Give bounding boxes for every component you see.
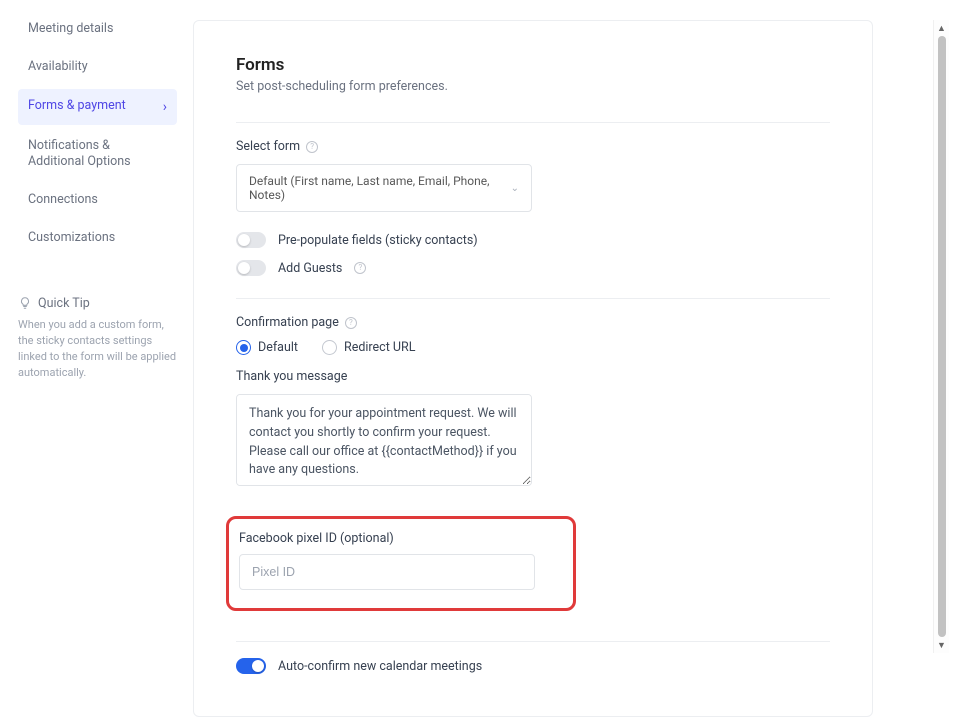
toggle-label: Auto-confirm new calendar meetings	[278, 659, 482, 674]
sidebar-item-forms-payment[interactable]: Forms & payment ›	[18, 89, 177, 125]
divider	[236, 122, 830, 123]
toggle-auto-confirm[interactable]	[236, 658, 266, 674]
thankyou-textarea[interactable]	[236, 394, 532, 486]
radio-confirmation-default[interactable]: Default	[236, 340, 298, 355]
radio-label: Redirect URL	[344, 340, 415, 355]
divider	[236, 641, 830, 642]
radio-label: Default	[258, 340, 298, 355]
radio-icon	[322, 340, 337, 355]
lightbulb-icon	[18, 296, 32, 310]
forms-card: Forms Set post-scheduling form preferenc…	[193, 20, 873, 717]
sidebar-item-availability[interactable]: Availability	[18, 50, 177, 84]
quick-tip-title: Quick Tip	[38, 296, 90, 311]
radio-icon	[236, 340, 251, 355]
sidebar-item-meeting-details[interactable]: Meeting details	[18, 12, 177, 46]
main-content: Forms Set post-scheduling form preferenc…	[185, 0, 953, 673]
select-form-dropdown[interactable]: Default (First name, Last name, Email, P…	[236, 164, 532, 212]
section-subtitle: Set post-scheduling form preferences.	[236, 79, 830, 94]
info-icon[interactable]: ?	[354, 262, 366, 274]
toggle-prepopulate[interactable]	[236, 232, 266, 248]
sidebar-item-label: Availability	[28, 59, 88, 75]
sidebar-item-customizations[interactable]: Customizations	[18, 221, 177, 255]
confirmation-page-label: Confirmation page ?	[236, 315, 830, 330]
info-icon[interactable]: ?	[345, 317, 357, 329]
label-text: Select form	[236, 139, 300, 154]
sidebar-item-label: Notifications & Additional Options	[28, 138, 167, 171]
select-form-label: Select form ?	[236, 139, 830, 154]
quick-tip: Quick Tip When you add a custom form, th…	[18, 296, 177, 381]
radio-confirmation-redirect[interactable]: Redirect URL	[322, 340, 415, 355]
chevron-down-icon: ⌄	[511, 183, 519, 194]
chevron-right-icon: ›	[163, 98, 167, 116]
toggle-label: Pre-populate fields (sticky contacts)	[278, 233, 478, 248]
sidebar-item-label: Forms & payment	[28, 98, 126, 114]
settings-sidebar: Meeting details Availability Forms & pay…	[0, 0, 185, 673]
sidebar-item-connections[interactable]: Connections	[18, 183, 177, 217]
toggle-label: Add Guests	[278, 261, 342, 276]
pixel-label: Facebook pixel ID (optional)	[239, 531, 557, 546]
facebook-pixel-highlight: Facebook pixel ID (optional)	[226, 516, 576, 611]
scrollbar-thumb[interactable]	[938, 36, 946, 637]
toggle-add-guests[interactable]	[236, 260, 266, 276]
divider	[236, 298, 830, 299]
select-value: Default (First name, Last name, Email, P…	[249, 174, 511, 202]
quick-tip-text: When you add a custom form, the sticky c…	[18, 317, 177, 381]
pixel-id-input[interactable]	[239, 554, 535, 590]
scrollbar[interactable]: ▲ ▼	[933, 20, 949, 653]
label-text: Facebook pixel ID (optional)	[239, 531, 394, 546]
sidebar-item-label: Connections	[28, 192, 98, 208]
sidebar-item-label: Customizations	[28, 230, 115, 246]
sidebar-item-label: Meeting details	[28, 21, 113, 37]
sidebar-item-notifications[interactable]: Notifications & Additional Options	[18, 129, 177, 180]
thankyou-label: Thank you message	[236, 369, 830, 384]
label-text: Confirmation page	[236, 315, 339, 330]
scrollbar-up-arrow[interactable]: ▲	[934, 20, 949, 36]
section-heading: Forms	[236, 55, 830, 75]
info-icon[interactable]: ?	[306, 141, 318, 153]
label-text: Thank you message	[236, 369, 347, 384]
scrollbar-down-arrow[interactable]: ▼	[934, 637, 949, 653]
